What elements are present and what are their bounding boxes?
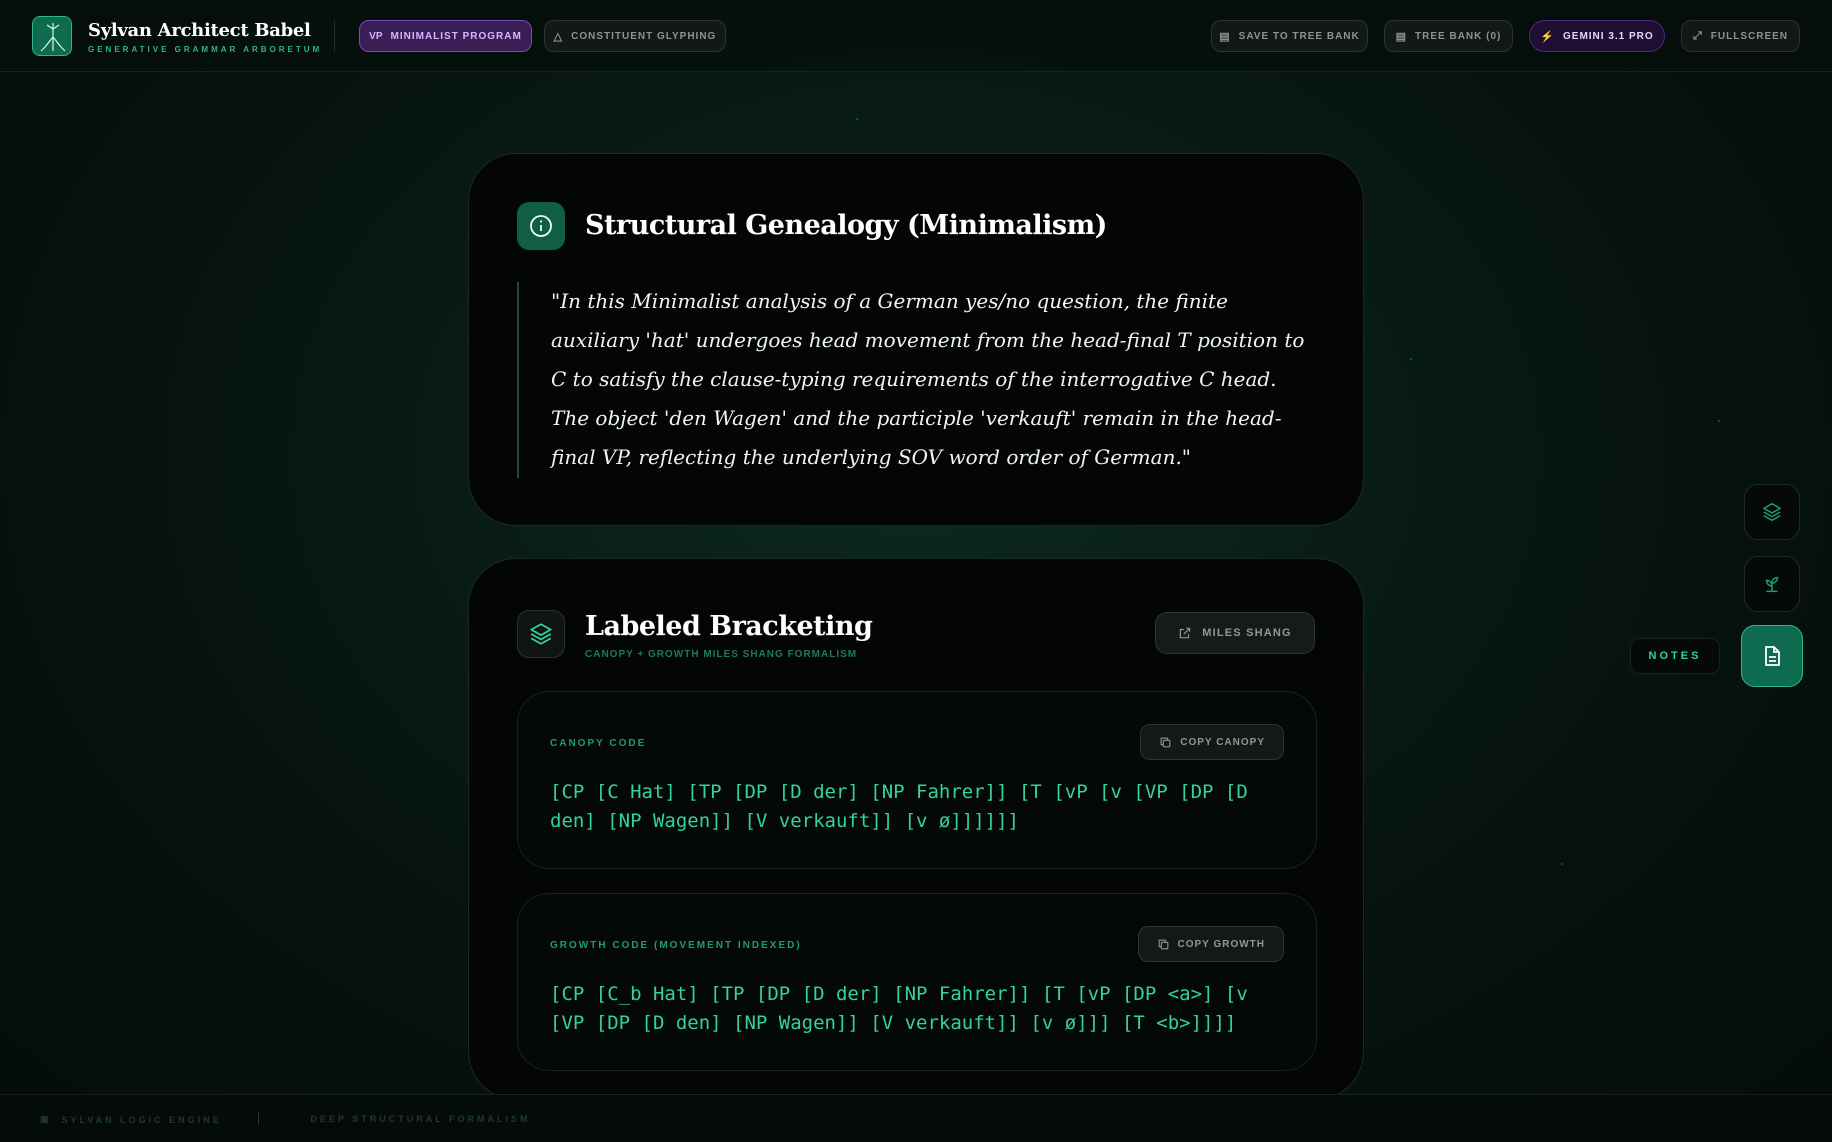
fullscreen-button[interactable]: ⤢ FULLSCREEN <box>1681 20 1800 52</box>
copy-canopy-button[interactable]: COPY CANOPY <box>1140 724 1284 760</box>
genealogy-title: Structural Genealogy (Minimalism) <box>585 210 1107 241</box>
triangle-icon: △ <box>553 30 564 43</box>
info-icon <box>517 202 565 250</box>
footer-formalism: ◌ DEEP STRUCTURAL FORMALISM <box>292 1114 531 1124</box>
rail-sprout-button[interactable] <box>1744 556 1800 612</box>
labeled-bracketing-card: Labeled Bracketing CANOPY + GROWTH MILES… <box>468 558 1364 1100</box>
app-title: Sylvan Architect Babel <box>88 20 311 41</box>
vp-prefix: vP <box>369 30 383 42</box>
bracketing-subtitle: CANOPY + GROWTH MILES SHANG FORMALISM <box>585 649 858 660</box>
model-label: GEMINI 3.1 PRO <box>1563 30 1654 42</box>
copy-growth-label: COPY GROWTH <box>1177 938 1265 950</box>
miles-shang-button[interactable]: MILES SHANG <box>1155 612 1315 654</box>
rail-notes-button[interactable] <box>1741 625 1803 687</box>
layers-icon <box>1761 501 1783 523</box>
genealogy-quote: "In this Minimalist analysis of a German… <box>517 282 1317 478</box>
fullscreen-label: FULLSCREEN <box>1710 30 1789 42</box>
copy-growth-button[interactable]: COPY GROWTH <box>1137 926 1284 962</box>
archive-icon: ▤ <box>1395 30 1408 43</box>
external-link-icon <box>1178 626 1192 640</box>
canopy-code-panel: CANOPY CODE COPY CANOPY [CP [C Hat] [TP … <box>517 691 1317 869</box>
rail-layers-button[interactable] <box>1744 484 1800 540</box>
canopy-code-label: CANOPY CODE <box>550 738 647 749</box>
document-icon <box>1760 644 1784 668</box>
miles-shang-label: MILES SHANG <box>1202 627 1292 639</box>
footer-engine-label: SYLVAN LOGIC ENGINE <box>61 1114 222 1125</box>
minimalist-program-label: MINIMALIST PROGRAM <box>390 30 522 42</box>
save-to-tree-bank-button[interactable]: ▤ SAVE TO TREE BANK <box>1211 20 1368 52</box>
app-subtitle: GENERATIVE GRAMMAR ARBORETUM <box>88 45 323 54</box>
lightning-icon: ⚡ <box>1540 30 1555 43</box>
layers-icon <box>517 610 565 658</box>
canopy-code-text: [CP [C Hat] [TP [DP [D der] [NP Fahrer]]… <box>550 781 1248 832</box>
copy-icon <box>1157 938 1170 951</box>
treebank-label: TREE BANK (0) <box>1415 30 1502 42</box>
constituent-glyphing-label: CONSTITUENT GLYPHING <box>571 30 717 42</box>
minimalist-program-tab[interactable]: vP MINIMALIST PROGRAM <box>359 20 532 52</box>
archive-icon: ▤ <box>1219 30 1231 43</box>
tree-bank-button[interactable]: ▤ TREE BANK (0) <box>1384 20 1513 52</box>
save-label: SAVE TO TREE BANK <box>1238 30 1360 42</box>
growth-code-panel: GROWTH CODE (MOVEMENT INDEXED) COPY GROW… <box>517 893 1317 1071</box>
footer-bar: ▣ SYLVAN LOGIC ENGINE ◌ DEEP STRUCTURAL … <box>0 1094 1832 1142</box>
expand-icon: ⤢ <box>1692 29 1703 42</box>
structural-genealogy-card: Structural Genealogy (Minimalism) "In th… <box>468 153 1364 526</box>
copy-icon <box>1159 736 1172 749</box>
constituent-glyphing-tab[interactable]: △ CONSTITUENT GLYPHING <box>544 20 726 52</box>
model-selector-button[interactable]: ⚡ GEMINI 3.1 PRO <box>1529 20 1665 52</box>
footer-engine: ▣ SYLVAN LOGIC ENGINE <box>40 1114 222 1125</box>
growth-code-text: [CP [C_b Hat] [TP [DP [D der] [NP Fahrer… <box>550 983 1248 1034</box>
leaf-icon: ◌ <box>292 1114 301 1124</box>
footer-divider <box>258 1111 259 1125</box>
tree-logo-icon <box>32 16 72 56</box>
footer-formalism-label: DEEP STRUCTURAL FORMALISM <box>310 1114 531 1124</box>
notes-tooltip: NOTES <box>1630 638 1720 674</box>
copy-canopy-label: COPY CANOPY <box>1180 736 1265 748</box>
cube-icon: ▣ <box>40 1114 52 1124</box>
bracketing-title: Labeled Bracketing <box>585 611 873 642</box>
top-bar: Sylvan Architect Babel GENERATIVE GRAMMA… <box>0 0 1832 72</box>
growth-code-label: GROWTH CODE (MOVEMENT INDEXED) <box>550 940 802 951</box>
header-divider <box>334 20 335 52</box>
sprout-icon <box>1761 573 1783 595</box>
